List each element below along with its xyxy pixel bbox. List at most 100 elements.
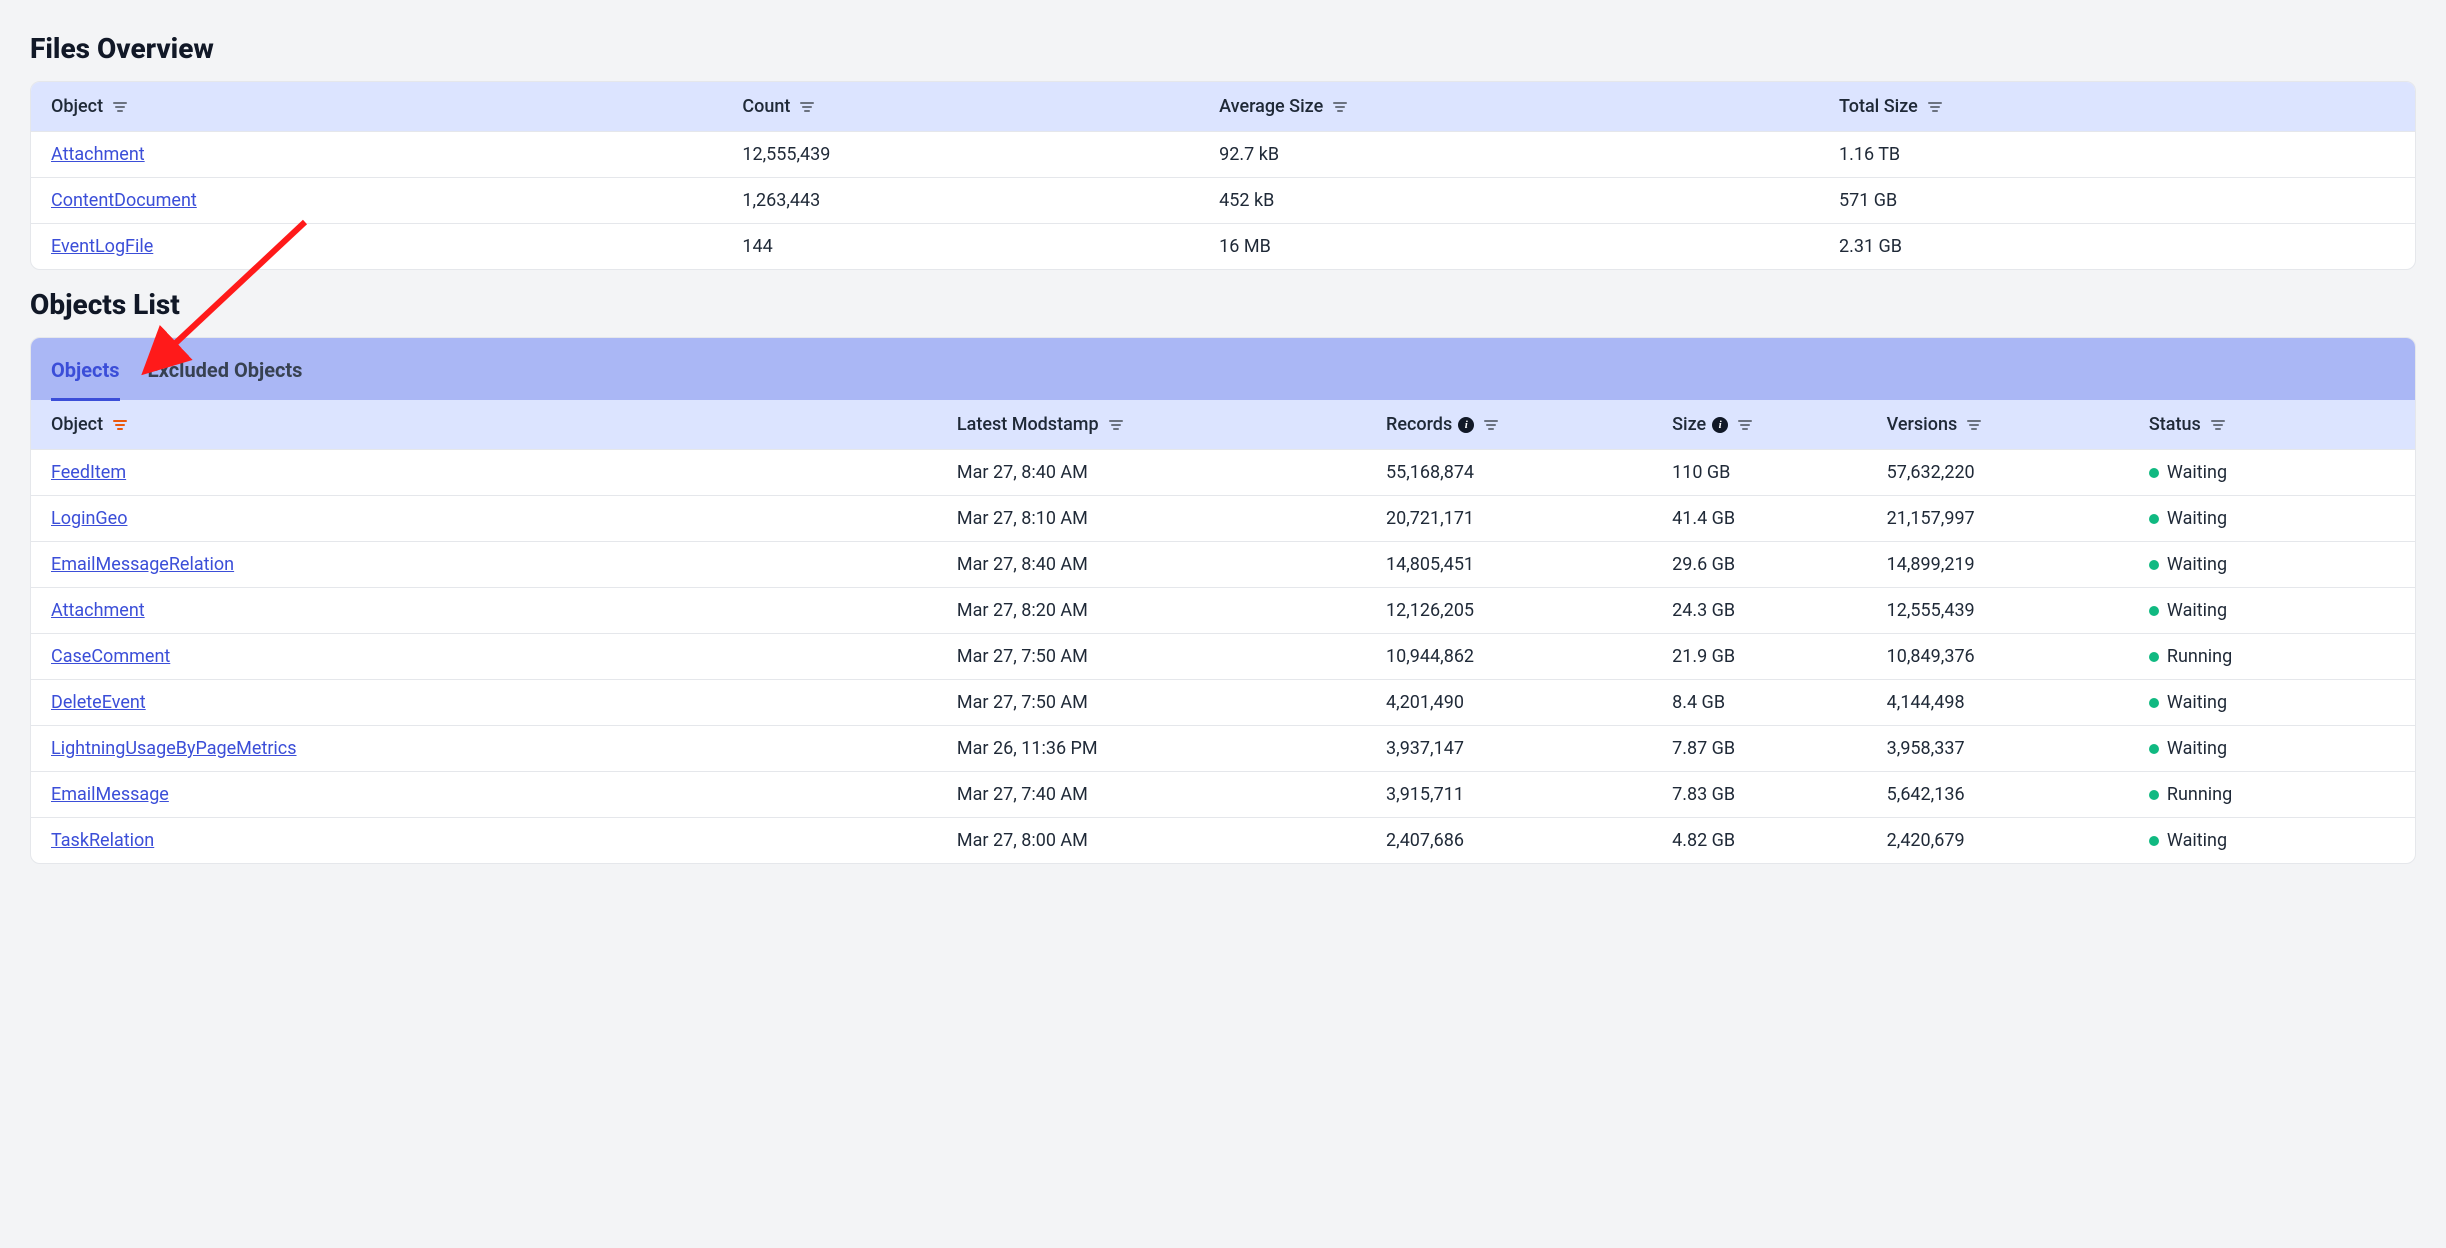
col-avgsize-label: Average Size bbox=[1219, 96, 1323, 117]
versions-cell: 2,420,679 bbox=[1867, 818, 2129, 864]
col-object-label: Object bbox=[51, 414, 103, 435]
status-dot-icon bbox=[2149, 790, 2159, 800]
modstamp-cell: Mar 27, 8:10 AM bbox=[937, 496, 1366, 542]
status-cell: Running bbox=[2129, 772, 2415, 818]
size-cell: 7.87 GB bbox=[1652, 726, 1867, 772]
files-col-count-header[interactable]: Count bbox=[722, 82, 1199, 132]
filter-icon[interactable] bbox=[113, 101, 127, 113]
files-col-totalsize-header[interactable]: Total Size bbox=[1819, 82, 2415, 132]
files-overview-title: Files Overview bbox=[30, 32, 2416, 65]
object-link[interactable]: ContentDocument bbox=[51, 190, 197, 211]
records-cell: 20,721,171 bbox=[1366, 496, 1652, 542]
col-object-label: Object bbox=[51, 96, 103, 117]
info-icon[interactable]: i bbox=[1712, 417, 1728, 433]
versions-cell: 4,144,498 bbox=[1867, 680, 2129, 726]
totalsize-cell: 2.31 GB bbox=[1819, 224, 2415, 270]
count-cell: 1,263,443 bbox=[722, 178, 1199, 224]
filter-icon[interactable] bbox=[113, 419, 127, 431]
filter-icon[interactable] bbox=[1738, 419, 1752, 431]
modstamp-cell: Mar 27, 8:40 AM bbox=[937, 542, 1366, 588]
object-link[interactable]: Attachment bbox=[51, 144, 145, 165]
table-row: ContentDocument 1,263,443 452 kB 571 GB bbox=[31, 178, 2415, 224]
modstamp-cell: Mar 27, 8:40 AM bbox=[937, 450, 1366, 496]
object-link[interactable]: EventLogFile bbox=[51, 236, 153, 257]
object-link[interactable]: EmailMessage bbox=[51, 784, 169, 805]
modstamp-cell: Mar 27, 8:20 AM bbox=[937, 588, 1366, 634]
object-link[interactable]: FeedItem bbox=[51, 462, 126, 483]
status-cell: Waiting bbox=[2129, 588, 2415, 634]
status-cell: Waiting bbox=[2129, 726, 2415, 772]
versions-cell: 57,632,220 bbox=[1867, 450, 2129, 496]
size-cell: 41.4 GB bbox=[1652, 496, 1867, 542]
info-icon[interactable]: i bbox=[1458, 417, 1474, 433]
obj-col-records-header[interactable]: Records i bbox=[1366, 400, 1652, 450]
size-cell: 7.83 GB bbox=[1652, 772, 1867, 818]
versions-cell: 14,899,219 bbox=[1867, 542, 2129, 588]
obj-col-modstamp-header[interactable]: Latest Modstamp bbox=[937, 400, 1366, 450]
object-link[interactable]: Attachment bbox=[51, 600, 145, 621]
table-row: FeedItem Mar 27, 8:40 AM 55,168,874 110 … bbox=[31, 450, 2415, 496]
tabs-header: Objects Excluded Objects bbox=[31, 338, 2415, 400]
filter-icon[interactable] bbox=[1333, 101, 1347, 113]
records-cell: 2,407,686 bbox=[1366, 818, 1652, 864]
records-cell: 4,201,490 bbox=[1366, 680, 1652, 726]
records-cell: 10,944,862 bbox=[1366, 634, 1652, 680]
size-cell: 24.3 GB bbox=[1652, 588, 1867, 634]
col-totalsize-label: Total Size bbox=[1839, 96, 1918, 117]
object-link[interactable]: LightningUsageByPageMetrics bbox=[51, 738, 297, 759]
status-text: Waiting bbox=[2167, 600, 2227, 621]
modstamp-cell: Mar 27, 8:00 AM bbox=[937, 818, 1366, 864]
status-dot-icon bbox=[2149, 468, 2159, 478]
col-count-label: Count bbox=[742, 96, 790, 117]
filter-icon[interactable] bbox=[1109, 419, 1123, 431]
filter-icon[interactable] bbox=[1928, 101, 1942, 113]
objects-list-panel: Objects Excluded Objects Object bbox=[30, 337, 2416, 864]
filter-icon[interactable] bbox=[1484, 419, 1498, 431]
object-link[interactable]: CaseComment bbox=[51, 646, 170, 667]
col-modstamp-label: Latest Modstamp bbox=[957, 414, 1099, 435]
table-row: LightningUsageByPageMetrics Mar 26, 11:3… bbox=[31, 726, 2415, 772]
table-row: LoginGeo Mar 27, 8:10 AM 20,721,171 41.4… bbox=[31, 496, 2415, 542]
col-status-label: Status bbox=[2149, 414, 2201, 435]
status-dot-icon bbox=[2149, 606, 2159, 616]
object-link[interactable]: LoginGeo bbox=[51, 508, 127, 529]
object-link[interactable]: EmailMessageRelation bbox=[51, 554, 234, 575]
object-link[interactable]: DeleteEvent bbox=[51, 692, 146, 713]
files-col-object-header[interactable]: Object bbox=[31, 82, 722, 132]
obj-col-status-header[interactable]: Status bbox=[2129, 400, 2415, 450]
filter-icon[interactable] bbox=[800, 101, 814, 113]
table-row: CaseComment Mar 27, 7:50 AM 10,944,862 2… bbox=[31, 634, 2415, 680]
obj-col-versions-header[interactable]: Versions bbox=[1867, 400, 2129, 450]
tab-objects[interactable]: Objects bbox=[51, 338, 120, 401]
objects-list-title: Objects List bbox=[30, 288, 2416, 321]
col-size-label: Size bbox=[1672, 414, 1706, 435]
filter-icon[interactable] bbox=[2211, 419, 2225, 431]
col-records-label: Records bbox=[1386, 414, 1452, 435]
obj-col-size-header[interactable]: Size i bbox=[1652, 400, 1867, 450]
avgsize-cell: 452 kB bbox=[1199, 178, 1819, 224]
table-row: EventLogFile 144 16 MB 2.31 GB bbox=[31, 224, 2415, 270]
object-link[interactable]: TaskRelation bbox=[51, 830, 154, 851]
status-cell: Waiting bbox=[2129, 496, 2415, 542]
files-overview-table: Object Count bbox=[30, 81, 2416, 270]
size-cell: 29.6 GB bbox=[1652, 542, 1867, 588]
size-cell: 110 GB bbox=[1652, 450, 1867, 496]
records-cell: 3,915,711 bbox=[1366, 772, 1652, 818]
files-col-avgsize-header[interactable]: Average Size bbox=[1199, 82, 1819, 132]
versions-cell: 10,849,376 bbox=[1867, 634, 2129, 680]
table-row: EmailMessageRelation Mar 27, 8:40 AM 14,… bbox=[31, 542, 2415, 588]
versions-cell: 3,958,337 bbox=[1867, 726, 2129, 772]
size-cell: 8.4 GB bbox=[1652, 680, 1867, 726]
totalsize-cell: 1.16 TB bbox=[1819, 132, 2415, 178]
status-text: Running bbox=[2167, 646, 2232, 667]
records-cell: 55,168,874 bbox=[1366, 450, 1652, 496]
status-cell: Waiting bbox=[2129, 818, 2415, 864]
table-row: EmailMessage Mar 27, 7:40 AM 3,915,711 7… bbox=[31, 772, 2415, 818]
tab-excluded-objects[interactable]: Excluded Objects bbox=[148, 338, 303, 401]
totalsize-cell: 571 GB bbox=[1819, 178, 2415, 224]
records-cell: 3,937,147 bbox=[1366, 726, 1652, 772]
filter-icon[interactable] bbox=[1967, 419, 1981, 431]
obj-col-object-header[interactable]: Object bbox=[31, 400, 937, 450]
count-cell: 144 bbox=[722, 224, 1199, 270]
modstamp-cell: Mar 27, 7:50 AM bbox=[937, 680, 1366, 726]
